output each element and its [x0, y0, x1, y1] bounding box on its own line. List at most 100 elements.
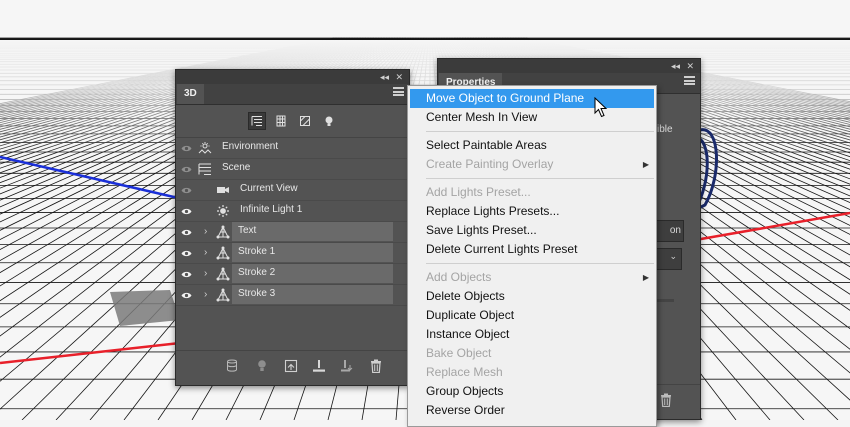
- menu-item-bake-object[interactable]: Bake Object: [408, 344, 656, 363]
- menu-item-replace-mesh[interactable]: Replace Mesh: [408, 363, 656, 382]
- layer-label: Stroke 2: [238, 267, 276, 278]
- menu-item-label: Group Objects: [426, 384, 504, 398]
- menu-item-delete-objects[interactable]: Delete Objects: [408, 287, 656, 306]
- menu-item-label: Replace Lights Presets...: [426, 204, 560, 218]
- menu-item-label: Save Lights Preset...: [426, 223, 537, 237]
- visibility-eye-icon[interactable]: [181, 143, 192, 154]
- menu-item-save-lights-preset[interactable]: Save Lights Preset...: [408, 221, 656, 240]
- mesh-icon: [216, 225, 230, 239]
- menu-item-label: Select Paintable Areas: [426, 138, 547, 152]
- close-panel-icon[interactable]: ✕: [686, 59, 694, 73]
- panel-menu-icon[interactable]: [393, 87, 404, 96]
- menu-item-replace-lights-presets[interactable]: Replace Lights Presets...: [408, 202, 656, 221]
- scene-icon: [198, 162, 212, 176]
- menu-item-add-objects[interactable]: Add Objects ▶: [408, 268, 656, 287]
- expand-chevron-icon[interactable]: ›: [204, 247, 207, 258]
- visibility-eye-icon[interactable]: [181, 185, 192, 196]
- environment-icon: [198, 141, 212, 155]
- layer-row-environment[interactable]: Environment: [176, 138, 409, 159]
- menu-item-label: Replace Mesh: [426, 365, 503, 379]
- menu-item-label: Delete Objects: [426, 289, 505, 303]
- light-filter-icon[interactable]: [320, 112, 338, 130]
- camera-icon: [216, 183, 230, 197]
- menu-item-label: Bake Object: [426, 346, 492, 360]
- layer-list: Environment Scene Current View Infinite Lig…: [176, 138, 409, 306]
- chevron-down-icon: ⌄: [669, 251, 677, 261]
- layer-label: Stroke 3: [238, 288, 276, 299]
- layer-label: Infinite Light 1: [240, 204, 303, 215]
- mesh-icon: [216, 288, 230, 302]
- panel-3d: ◂◂ ✕ 3D Environment Scene Current View Infi…: [175, 69, 410, 386]
- menu-item-label: Duplicate Object: [426, 308, 515, 322]
- layer-label: Scene: [222, 162, 251, 173]
- layer-row-text[interactable]: › Text: [176, 222, 409, 243]
- layer-row-current-view[interactable]: Current View: [176, 180, 409, 201]
- mesh-filter-icon[interactable]: [272, 112, 290, 130]
- new-object-icon[interactable]: [284, 359, 298, 375]
- visibility-eye-icon[interactable]: [181, 290, 192, 301]
- menu-item-center-mesh-in-view[interactable]: Center Mesh In View: [408, 108, 656, 127]
- menu-item-label: Create Painting Overlay: [426, 157, 554, 171]
- menu-item-group-objects[interactable]: Group Objects: [408, 382, 656, 401]
- layer-row-scene[interactable]: Scene: [176, 159, 409, 180]
- menu-item-label: Add Lights Preset...: [426, 185, 531, 199]
- menu-item-duplicate-object[interactable]: Duplicate Object: [408, 306, 656, 325]
- drop-to-plane-icon[interactable]: [340, 359, 354, 375]
- layer-row-infinite-light-1[interactable]: Infinite Light 1: [176, 201, 409, 222]
- ground-plane-icon[interactable]: [312, 359, 326, 375]
- filter-toolbar: [176, 105, 409, 138]
- panel-3d-header: ◂◂ ✕: [176, 70, 409, 84]
- submenu-arrow-icon: ▶: [642, 160, 649, 169]
- menu-item-instance-object[interactable]: Instance Object: [408, 325, 656, 344]
- menu-item-label: Move Object to Ground Plane: [426, 91, 585, 105]
- infinite-light-icon: [216, 204, 230, 218]
- menu-item-delete-current-lights-preset[interactable]: Delete Current Lights Preset: [408, 240, 656, 259]
- trash-icon[interactable]: [660, 393, 672, 410]
- menu-item-create-painting-overlay[interactable]: Create Painting Overlay ▶: [408, 155, 656, 174]
- layer-row-stroke-3[interactable]: › Stroke 3: [176, 285, 409, 306]
- properties-button-label: on: [669, 225, 681, 236]
- menu-item-move-object-to-ground-plane[interactable]: Move Object to Ground Plane: [410, 89, 654, 108]
- visibility-eye-icon[interactable]: [181, 269, 192, 280]
- layer-row-stroke-2[interactable]: › Stroke 2: [176, 264, 409, 285]
- menu-item-select-paintable-areas[interactable]: Select Paintable Areas: [408, 136, 656, 155]
- expand-chevron-icon[interactable]: ›: [204, 268, 207, 279]
- menu-item-add-lights-preset[interactable]: Add Lights Preset...: [408, 183, 656, 202]
- menu-item-label: Delete Current Lights Preset: [426, 242, 578, 256]
- object-shadow: [110, 290, 180, 326]
- close-panel-icon[interactable]: ✕: [395, 70, 403, 84]
- context-menu: Move Object to Ground Plane Center Mesh I…: [407, 85, 657, 427]
- expand-chevron-icon[interactable]: ›: [204, 289, 207, 300]
- menu-item-reverse-order[interactable]: Reverse Order: [408, 401, 656, 420]
- render-icon[interactable]: [226, 359, 240, 375]
- mouse-cursor-icon: [594, 97, 608, 118]
- menu-item-label: Center Mesh In View: [426, 110, 538, 124]
- visibility-eye-icon[interactable]: [181, 227, 192, 238]
- mesh-icon: [216, 246, 230, 260]
- add-light-icon[interactable]: [256, 359, 270, 375]
- expand-chevron-icon[interactable]: ›: [204, 226, 207, 237]
- mesh-icon: [216, 267, 230, 281]
- menu-separator: [426, 131, 654, 132]
- layer-label: Stroke 1: [238, 246, 276, 257]
- tab-3d[interactable]: 3D: [177, 84, 204, 104]
- visibility-eye-icon[interactable]: [181, 206, 192, 217]
- layer-row-stroke-1[interactable]: › Stroke 1: [176, 243, 409, 264]
- scene-filter-icon[interactable]: [247, 112, 266, 130]
- collapse-panel-icon[interactable]: ◂◂: [671, 59, 680, 73]
- menu-item-label: Instance Object: [426, 327, 510, 341]
- trash-icon[interactable]: [370, 359, 384, 375]
- material-filter-icon[interactable]: [296, 112, 314, 130]
- layer-label: Current View: [240, 183, 298, 194]
- visibility-eye-icon[interactable]: [181, 248, 192, 259]
- panel-3d-tabbar: 3D: [176, 84, 409, 105]
- menu-item-label: Add Objects: [426, 270, 492, 284]
- menu-separator: [426, 263, 654, 264]
- layer-label: Text: [238, 225, 257, 236]
- collapse-panel-icon[interactable]: ◂◂: [380, 70, 389, 84]
- menu-separator: [426, 178, 654, 179]
- menu-item-label: Reverse Order: [426, 403, 505, 417]
- visibility-eye-icon[interactable]: [181, 164, 192, 175]
- panel-menu-icon[interactable]: [684, 76, 695, 85]
- panel-3d-footer: [176, 350, 409, 385]
